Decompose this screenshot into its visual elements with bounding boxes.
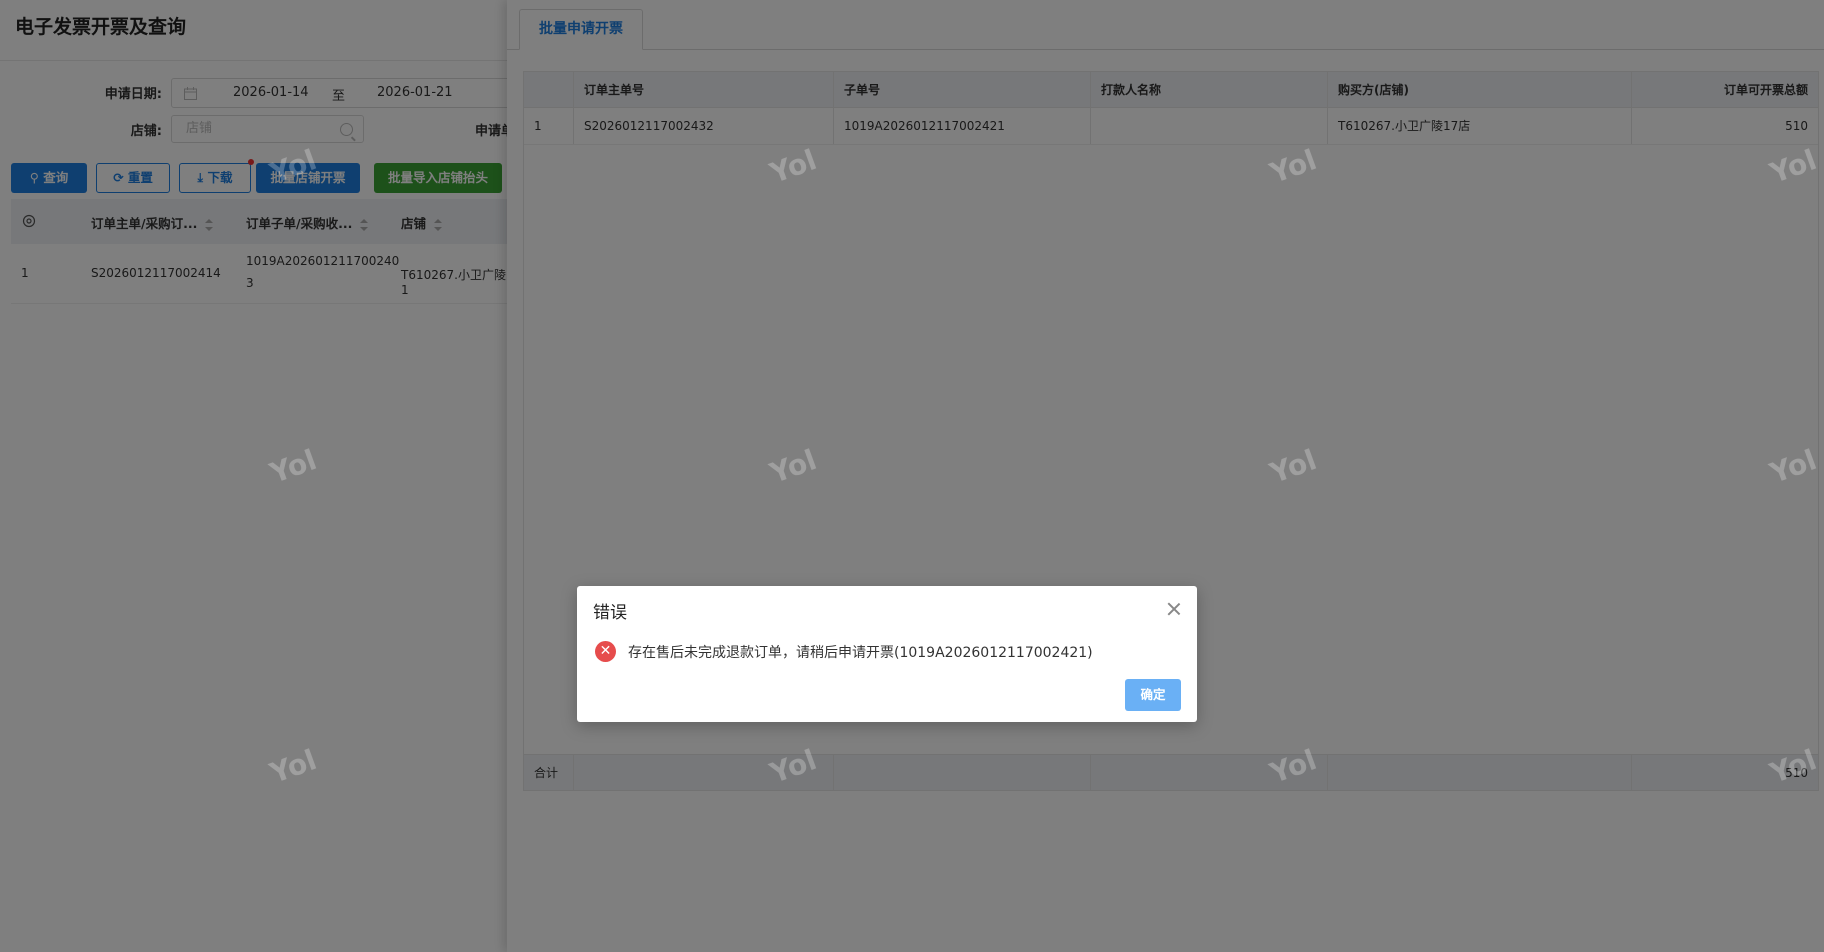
watermark: Yol — [1765, 743, 1821, 790]
watermark: Yol — [265, 743, 321, 790]
dialog-message: 存在售后未完成退款订单，请稍后申请开票(1019A202601211700242… — [628, 645, 1093, 661]
watermark: Yol — [1265, 443, 1321, 490]
watermark: Yol — [1265, 743, 1321, 790]
watermark: Yol — [1765, 143, 1821, 190]
error-dialog: 错误 ✕ 存在售后未完成退款订单，请稍后申请开票(1019A2026012117… — [577, 586, 1197, 722]
dialog-title: 错误 — [593, 603, 627, 623]
modal-mask[interactable]: Yol Yol Yol Yol Yol Yol Yol Yol Yol Yol … — [0, 0, 1824, 952]
watermark: Yol — [1765, 443, 1821, 490]
close-icon[interactable] — [1167, 602, 1181, 616]
watermark: Yol — [765, 743, 821, 790]
watermark: Yol — [1265, 143, 1321, 190]
watermark: Yol — [765, 443, 821, 490]
error-icon: ✕ — [595, 641, 616, 662]
watermark: Yol — [765, 143, 821, 190]
watermark: Yol — [265, 143, 321, 190]
watermark: Yol — [265, 443, 321, 490]
ok-button[interactable]: 确定 — [1125, 679, 1181, 711]
